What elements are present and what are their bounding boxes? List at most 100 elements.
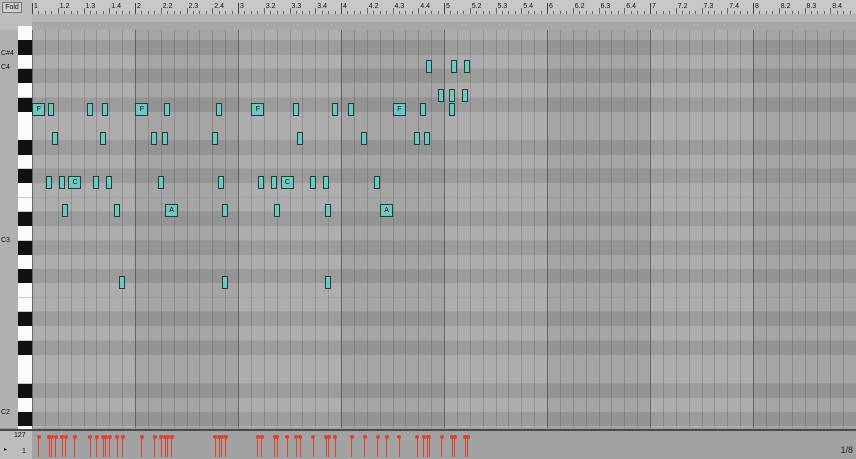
midi-note[interactable] bbox=[325, 275, 332, 289]
midi-note[interactable] bbox=[420, 103, 427, 117]
piano-key-white[interactable] bbox=[18, 111, 32, 127]
midi-note[interactable] bbox=[325, 204, 332, 218]
midi-note[interactable] bbox=[45, 175, 52, 189]
velocity-stem[interactable] bbox=[167, 437, 169, 457]
velocity-stem[interactable] bbox=[274, 437, 276, 457]
velocity-handle[interactable] bbox=[349, 435, 354, 439]
midi-note[interactable] bbox=[292, 103, 299, 117]
velocity-stem[interactable] bbox=[441, 437, 443, 457]
velocity-handle[interactable] bbox=[375, 435, 380, 439]
velocity-handle[interactable] bbox=[63, 435, 68, 439]
velocity-stem[interactable] bbox=[295, 437, 297, 457]
velocity-stem[interactable] bbox=[141, 437, 143, 457]
velocity-stem[interactable] bbox=[218, 437, 220, 457]
velocity-stem[interactable] bbox=[286, 437, 288, 457]
midi-note[interactable] bbox=[464, 60, 471, 74]
velocity-stem[interactable] bbox=[464, 437, 466, 457]
velocity-stem[interactable] bbox=[351, 437, 353, 457]
fold-button[interactable]: Fold bbox=[2, 2, 22, 13]
velocity-stem[interactable] bbox=[299, 437, 301, 457]
play-icon[interactable]: ▸ bbox=[4, 446, 7, 453]
velocity-handle[interactable] bbox=[107, 435, 112, 439]
piano-key-white[interactable] bbox=[18, 83, 32, 98]
velocity-handle[interactable] bbox=[285, 435, 290, 439]
midi-note[interactable] bbox=[113, 204, 120, 218]
velocity-stem[interactable] bbox=[328, 437, 330, 457]
velocity-stem[interactable] bbox=[122, 437, 124, 457]
velocity-stem[interactable] bbox=[102, 437, 104, 457]
midi-note[interactable]: C bbox=[280, 175, 294, 189]
velocity-handle[interactable] bbox=[36, 435, 41, 439]
midi-note[interactable] bbox=[374, 175, 381, 189]
piano-key-white[interactable] bbox=[18, 54, 32, 70]
velocity-stem[interactable] bbox=[398, 437, 400, 457]
velocity-handle[interactable] bbox=[259, 435, 264, 439]
midi-note[interactable] bbox=[461, 88, 468, 102]
velocity-stem[interactable] bbox=[105, 437, 107, 457]
midi-note[interactable] bbox=[222, 204, 229, 218]
piano-key-black[interactable] bbox=[18, 140, 32, 156]
velocity-handle[interactable] bbox=[223, 435, 228, 439]
piano-keyboard[interactable] bbox=[18, 26, 32, 442]
velocity-stem[interactable] bbox=[74, 437, 76, 457]
piano-key-black[interactable] bbox=[18, 340, 32, 356]
velocity-handle[interactable] bbox=[415, 435, 420, 439]
midi-note[interactable] bbox=[211, 131, 218, 145]
velocity-stem[interactable] bbox=[451, 437, 453, 457]
velocity-handle[interactable] bbox=[275, 435, 280, 439]
midi-note[interactable] bbox=[102, 103, 109, 117]
velocity-stem[interactable] bbox=[261, 437, 263, 457]
velocity-handle[interactable] bbox=[120, 435, 125, 439]
velocity-stem[interactable] bbox=[416, 437, 418, 457]
midi-note[interactable]: F bbox=[32, 103, 46, 117]
midi-note[interactable] bbox=[52, 131, 59, 145]
velocity-stem[interactable] bbox=[377, 437, 379, 457]
piano-key-black[interactable] bbox=[18, 240, 32, 256]
velocity-stem[interactable] bbox=[164, 437, 166, 457]
midi-note[interactable] bbox=[438, 88, 445, 102]
piano-key-black[interactable] bbox=[18, 40, 32, 56]
midi-note[interactable] bbox=[309, 175, 316, 189]
midi-note[interactable] bbox=[48, 103, 55, 117]
midi-note[interactable] bbox=[448, 103, 455, 117]
velocity-stem[interactable] bbox=[48, 437, 50, 457]
midi-note[interactable] bbox=[106, 175, 113, 189]
velocity-stem[interactable] bbox=[257, 437, 259, 457]
midi-note[interactable] bbox=[215, 103, 222, 117]
midi-note[interactable] bbox=[361, 131, 368, 145]
velocity-stem[interactable] bbox=[428, 437, 430, 457]
piano-key-white[interactable] bbox=[18, 183, 32, 199]
velocity-handle[interactable] bbox=[311, 435, 316, 439]
velocity-stem[interactable] bbox=[55, 437, 57, 457]
midi-note[interactable] bbox=[119, 275, 126, 289]
piano-key-white[interactable] bbox=[18, 197, 32, 213]
velocity-lane[interactable]: 1/8 bbox=[32, 429, 856, 459]
velocity-stem[interactable] bbox=[96, 437, 98, 457]
midi-note[interactable] bbox=[271, 175, 278, 189]
beat-time-ruler[interactable]: 1 1.2 1.3 1.4 2 2.2 2.3 2.4 3 3.2 3.3 3.4 4 4.2 4.3 4.4… bbox=[32, 0, 856, 15]
piano-key-white[interactable] bbox=[18, 354, 32, 370]
velocity-handle[interactable] bbox=[94, 435, 99, 439]
velocity-stem[interactable] bbox=[160, 437, 162, 457]
midi-note[interactable]: F bbox=[251, 103, 265, 117]
piano-key-black[interactable] bbox=[18, 211, 32, 227]
midi-note[interactable] bbox=[62, 204, 69, 218]
piano-key-black[interactable] bbox=[18, 68, 32, 84]
midi-note[interactable] bbox=[161, 131, 168, 145]
midi-note[interactable] bbox=[413, 131, 420, 145]
midi-note[interactable] bbox=[273, 204, 280, 218]
midi-note[interactable]: A bbox=[165, 204, 179, 218]
piano-key-black[interactable] bbox=[18, 169, 32, 184]
piano-key-white[interactable] bbox=[18, 369, 32, 384]
midi-note[interactable] bbox=[448, 88, 455, 102]
velocity-handle[interactable] bbox=[169, 435, 174, 439]
piano-key-white[interactable] bbox=[18, 226, 32, 241]
velocity-stem[interactable] bbox=[325, 437, 327, 457]
velocity-stem[interactable] bbox=[109, 437, 111, 457]
velocity-handle[interactable] bbox=[139, 435, 144, 439]
midi-note[interactable]: C bbox=[68, 175, 82, 189]
velocity-stem[interactable] bbox=[386, 437, 388, 457]
midi-note[interactable] bbox=[424, 131, 431, 145]
velocity-stem[interactable] bbox=[38, 437, 40, 457]
velocity-stem[interactable] bbox=[225, 437, 227, 457]
